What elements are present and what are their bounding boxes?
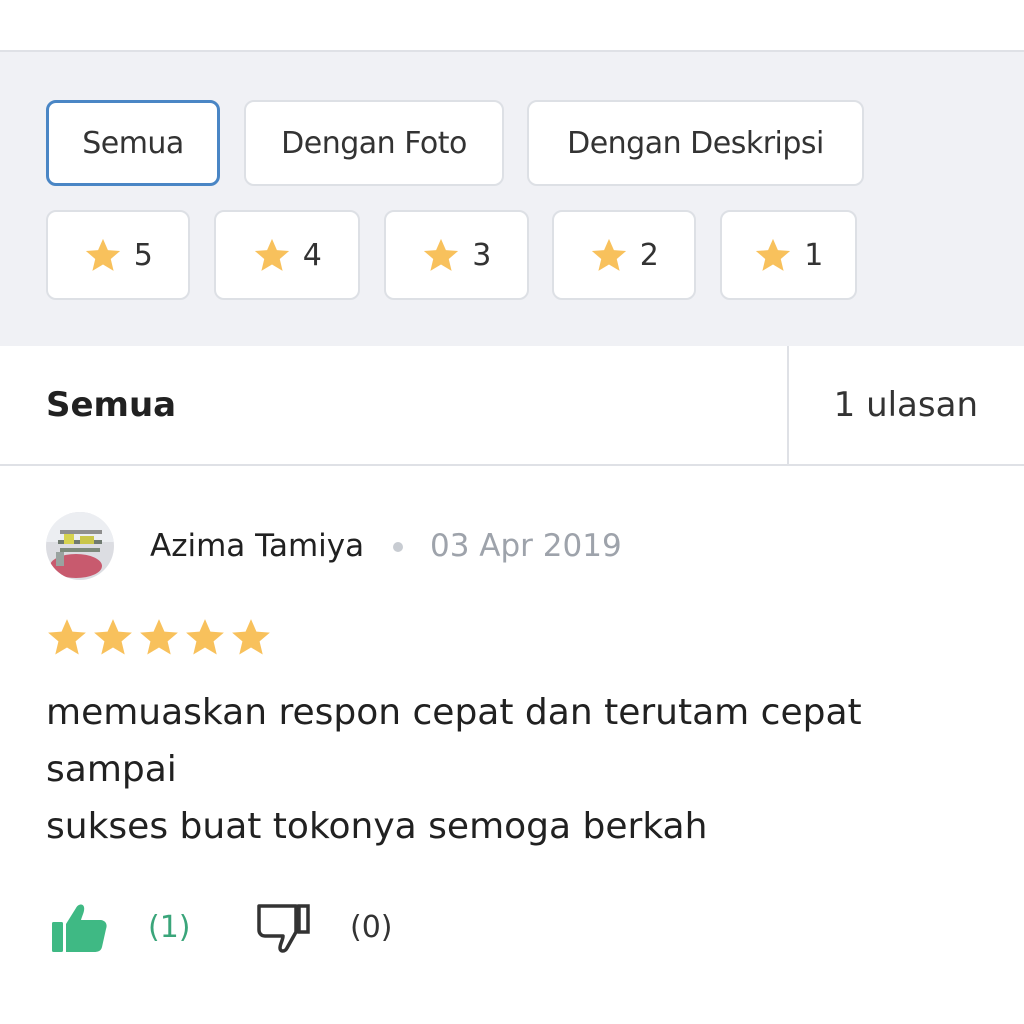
star-icon — [591, 238, 626, 271]
thumbs-down-icon[interactable] — [256, 900, 312, 956]
star-icon — [424, 238, 459, 271]
star-icon — [48, 619, 86, 655]
dislike-count: (0) — [350, 910, 393, 945]
star-filter-label: 5 — [133, 237, 153, 273]
filter-chip-with-photo[interactable]: Dengan Foto — [244, 100, 504, 186]
star-icon — [140, 619, 178, 655]
review-text: memuaskan respon cepat dan terutam cepat… — [46, 692, 862, 847]
review-summary-bar: Semua 1 ulasan — [0, 346, 1024, 466]
star-filter-label: 3 — [472, 237, 491, 273]
star-filter-3[interactable]: 3 — [384, 210, 529, 300]
filter-chip-label: Semua — [82, 125, 184, 161]
star-filter-1[interactable]: 1 — [720, 210, 857, 300]
star-filter-5[interactable]: 5 — [46, 210, 190, 300]
thumbs-up-icon[interactable] — [52, 900, 108, 954]
review-date: 03 Apr 2019 — [430, 528, 622, 564]
star-icon — [94, 619, 132, 655]
summary-divider — [787, 346, 789, 464]
star-icon — [186, 619, 224, 655]
star-filter-label: 4 — [302, 237, 322, 273]
review-item: Azima Tamiya 03 Apr 2019 memuaskan respo… — [0, 468, 1024, 1024]
summary-title: Semua — [46, 385, 177, 425]
filter-chip-all[interactable]: Semua — [46, 100, 220, 186]
filter-chip-label: Dengan Deskripsi — [567, 125, 824, 161]
top-bar — [0, 0, 1024, 52]
star-icon — [254, 238, 289, 271]
star-icon — [756, 238, 791, 271]
like-count: (1) — [148, 910, 191, 945]
star-filter-label: 1 — [804, 237, 823, 273]
star-icon — [232, 619, 270, 655]
star-filter-4[interactable]: 4 — [214, 210, 360, 300]
review-count: 1 ulasan — [833, 385, 978, 425]
separator-dot — [393, 542, 403, 552]
star-filter-2[interactable]: 2 — [552, 210, 696, 300]
reviewer-name[interactable]: Azima Tamiya — [150, 524, 364, 568]
avatar-image — [46, 512, 114, 580]
filter-chip-with-description[interactable]: Dengan Deskripsi — [527, 100, 864, 186]
avatar[interactable] — [46, 512, 114, 580]
filter-panel: Semua Dengan Foto Dengan Deskripsi 5 4 3… — [0, 52, 1024, 346]
star-filter-label: 2 — [639, 237, 659, 273]
filter-chip-label: Dengan Foto — [281, 125, 467, 161]
star-icon — [85, 238, 120, 271]
review-rating — [46, 616, 272, 658]
